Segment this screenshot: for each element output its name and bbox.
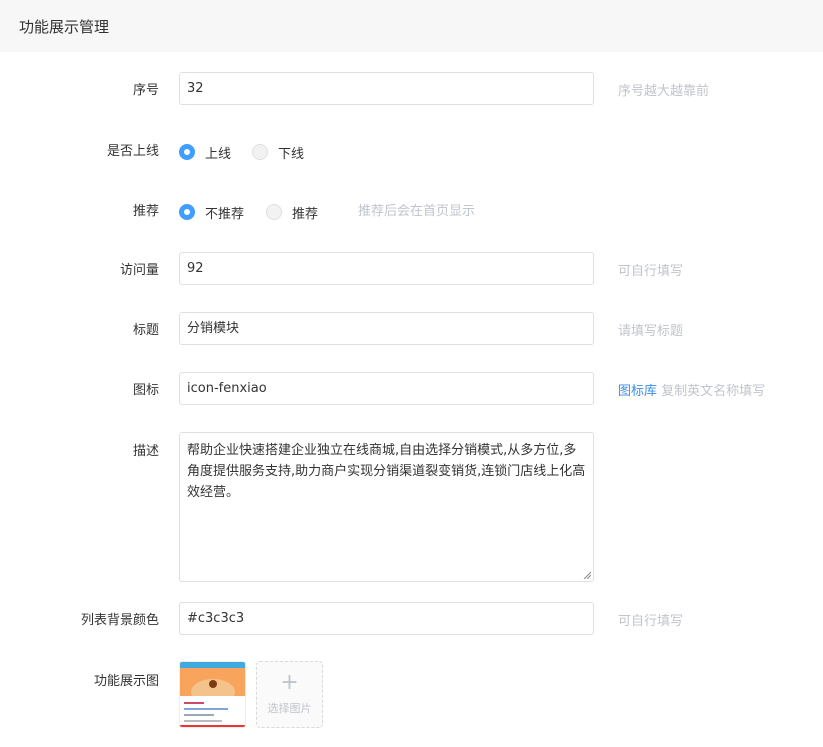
order-label: 序号 <box>132 83 159 98</box>
radio-unchecked-icon <box>266 204 282 220</box>
description-label: 描述 <box>132 444 159 459</box>
radio-unchecked-icon <box>252 144 268 160</box>
description-text: 帮助企业快速搭建企业独立在线商城,自由选择分销模式,从多方位,多角度提供服务支持… <box>187 443 586 500</box>
online-option-label: 上线 <box>205 146 232 162</box>
online-label: 是否上线 <box>106 144 159 159</box>
views-input[interactable]: 92 <box>179 252 594 285</box>
plus-icon: + <box>280 670 299 695</box>
image-label: 功能展示图 <box>93 674 159 689</box>
bg-color-input[interactable]: #c3c3c3 <box>179 602 594 635</box>
title-hint: 请填写标题 <box>618 324 684 339</box>
recommend-radio-no[interactable]: 不推荐 <box>179 203 245 222</box>
bg-color-label: 列表背景颜色 <box>80 613 159 628</box>
radio-checked-icon <box>179 204 195 220</box>
order-hint: 序号越大越靠前 <box>618 84 710 99</box>
icon-hint-text: 复制英文名称填写 <box>661 384 766 399</box>
online-radio-on[interactable]: 上线 <box>179 143 232 162</box>
title-input[interactable]: 分销模块 <box>179 312 594 345</box>
recommend-hint: 推荐后会在首页显示 <box>358 204 476 219</box>
resize-handle-icon[interactable] <box>583 571 591 579</box>
icon-input[interactable]: icon-fenxiao <box>179 372 594 405</box>
order-input[interactable]: 32 <box>179 72 594 105</box>
upload-image-button[interactable]: + 选择图片 <box>256 661 323 728</box>
online-radio-off[interactable]: 下线 <box>252 143 305 162</box>
radio-checked-icon <box>179 144 195 160</box>
description-textarea[interactable]: 帮助企业快速搭建企业独立在线商城,自由选择分销模式,从多方位,多角度提供服务支持… <box>179 432 594 582</box>
image-thumbnail[interactable] <box>179 661 246 728</box>
views-hint: 可自行填写 <box>618 264 684 279</box>
icon-library-link[interactable]: 图标库 <box>618 384 657 399</box>
views-label: 访问量 <box>119 263 159 278</box>
recommend-label: 推荐 <box>132 204 159 219</box>
icon-label: 图标 <box>132 383 159 398</box>
icon-hint: 图标库 复制英文名称填写 <box>618 383 765 401</box>
offline-option-label: 下线 <box>278 146 305 162</box>
recommend-radio-yes[interactable]: 推荐 <box>266 203 319 222</box>
recommend-option-label: 推荐 <box>292 206 319 222</box>
page-title: 功能展示管理 <box>19 18 110 36</box>
title-label: 标题 <box>132 323 159 338</box>
thumbnail-preview-image <box>180 662 245 727</box>
upload-image-label: 选择图片 <box>267 702 312 715</box>
page-header: 功能展示管理 <box>0 0 823 52</box>
not-recommend-option-label: 不推荐 <box>205 206 245 222</box>
bg-color-hint: 可自行填写 <box>618 614 684 629</box>
